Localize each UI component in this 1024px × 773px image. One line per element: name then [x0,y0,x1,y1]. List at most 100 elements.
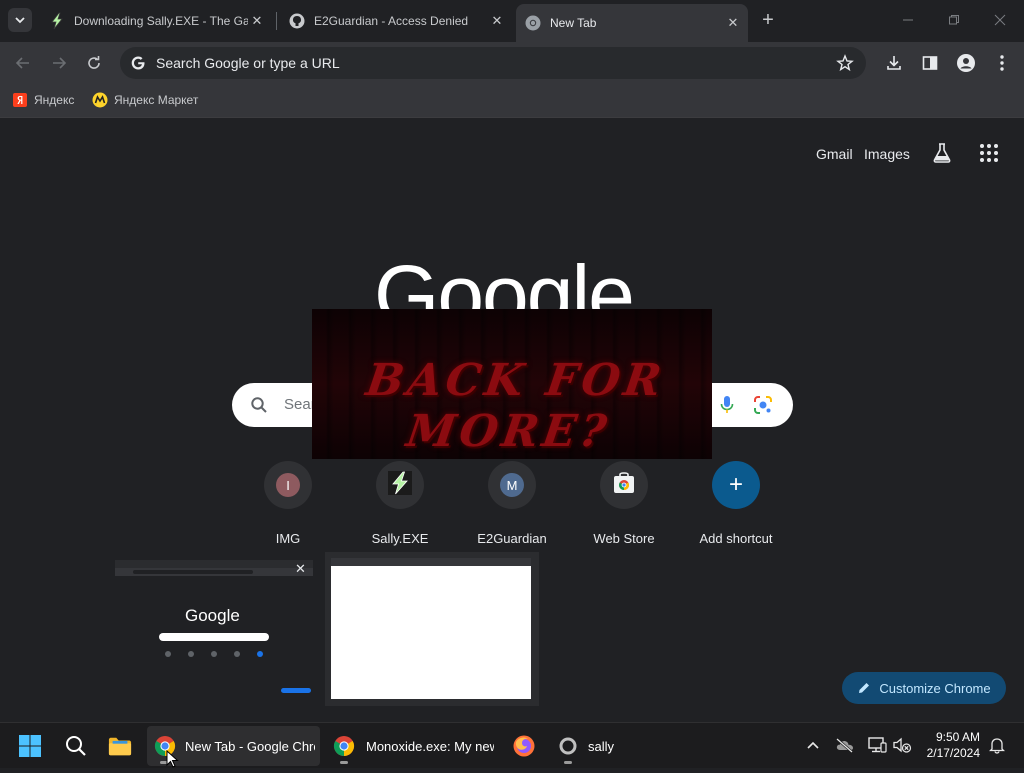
preview-page [331,566,531,699]
chevron-down-icon [15,17,25,24]
google-lens-icon[interactable] [753,395,773,415]
sally-ring-icon [556,734,580,758]
shortcut-e2guardian[interactable]: M E2Guardian [456,459,568,549]
download-icon[interactable] [883,52,905,74]
tab-sally-download[interactable]: Downloading Sally.EXE - The Ga ✕ [40,6,272,36]
preview-search-box [159,633,269,641]
window-preview-monoxide[interactable] [325,552,539,706]
web-store-icon [612,471,636,500]
taskbar-app-label: sally [588,738,615,754]
github-icon [288,12,306,30]
start-button[interactable] [18,726,42,766]
shortcut-tile: + [712,461,760,509]
shortcut-tile: I [264,461,312,509]
preview-shortcut [165,651,171,657]
display-icon[interactable] [867,735,887,755]
new-tab-button[interactable]: + [756,8,780,32]
microphone-icon[interactable] [719,395,735,415]
google-logo: Google [374,248,635,309]
tab-title: New Tab [550,16,597,30]
reload-icon [88,56,100,69]
bookmark-star-icon[interactable] [836,54,854,72]
shortcut-tile: M [488,461,536,509]
side-panel-icon[interactable] [919,52,941,74]
file-explorer-button[interactable] [108,726,132,766]
minimize-button[interactable] [886,6,930,34]
address-bar[interactable]: Search Google or type a URL [120,47,866,79]
preview-shortcut [257,651,263,657]
shortcut-label: Add shortcut [699,531,773,546]
back-button[interactable] [10,50,36,76]
chrome-icon [524,14,542,32]
shortcut-label: Web Store [593,531,655,546]
plus-icon: + [728,471,743,498]
close-icon[interactable]: ✕ [295,561,306,577]
chevron-up-icon[interactable] [803,735,823,755]
customize-chrome-button[interactable]: Customize Chrome [842,672,1006,704]
preview-omnibox [133,570,253,574]
bookmark-yandex-market[interactable]: Яндекс Маркет [92,92,198,108]
apps-grid-icon[interactable] [979,143,999,163]
yandex-icon [12,92,28,108]
close-icon[interactable]: ✕ [488,12,506,30]
window-preview-newtab[interactable]: Google ✕ [113,558,315,700]
taskbar-search-button[interactable] [64,726,88,766]
windows-logo-icon [18,734,42,758]
bookmarks-bar: Яндекс Яндекс Маркет [0,84,1024,118]
images-link[interactable]: Images [864,146,910,162]
shortcut-sally-exe[interactable]: Sally.EXE [344,459,456,549]
shortcut-tile [376,461,424,509]
preview-tabstrip [115,560,313,568]
preview-tabstrip [331,558,531,566]
tab-title: E2Guardian - Access Denied [314,14,469,28]
plus-icon: + [762,8,774,31]
taskbar: New Tab - Google Chrome Monoxide.exe: My… [0,722,1024,768]
preview-customize [281,688,311,693]
preview-shortcut [234,651,240,657]
more-vert-icon[interactable] [991,52,1013,74]
system-clock[interactable]: 9:50 AM 2/17/2024 [927,729,980,761]
reload-button[interactable] [81,50,107,76]
notification-bell-icon[interactable] [987,735,1007,755]
clock-date: 2/17/2024 [926,746,980,760]
taskbar-app-monoxide[interactable]: Monoxide.exe: My new [328,726,496,766]
letter-avatar: I [276,473,300,497]
search-icon [64,734,88,758]
tab-title: Downloading Sally.EXE - The Ga [74,14,248,28]
google-g-icon [122,47,154,79]
profile-icon[interactable] [955,52,977,74]
restore-button[interactable] [932,6,976,34]
labs-flask-icon[interactable] [930,141,954,165]
search-icon [250,396,268,414]
close-icon[interactable]: ✕ [724,14,742,32]
speaker-muted-icon[interactable] [892,735,912,755]
taskbar-app-firefox[interactable] [512,726,536,766]
shortcut-img[interactable]: I IMG [232,459,344,549]
restore-icon [949,15,959,25]
search-placeholder: Sear [284,396,316,413]
running-indicator [564,761,572,764]
close-icon[interactable]: ✕ [248,12,266,30]
shortcut-web-store[interactable]: Web Store [568,459,680,549]
tab-search-button[interactable] [8,8,32,32]
close-window-button[interactable] [978,6,1022,34]
shortcut-tile [600,461,648,509]
bookmark-yandex[interactable]: Яндекс [12,92,74,108]
chrome-icon [332,734,356,758]
running-indicator [340,761,348,764]
tab-separator [276,12,277,30]
customize-label: Customize Chrome [879,680,991,696]
forward-button[interactable] [46,50,72,76]
firefox-icon [512,734,536,758]
taskbar-app-sally[interactable]: sally [556,726,614,766]
letter-avatar: M [500,473,524,497]
taskbar-app-label: New Tab - Google Chrome [185,738,315,754]
shortcut-label: IMG [275,531,301,546]
onedrive-offline-icon[interactable] [835,735,855,755]
tab-new-tab[interactable]: New Tab ✕ [516,4,748,42]
shortcut-add[interactable]: + Add shortcut [680,459,792,549]
mouse-cursor-icon [166,749,180,768]
gmail-link[interactable]: Gmail [816,146,853,162]
yandex-market-icon [92,92,108,108]
tab-e2guardian[interactable]: E2Guardian - Access Denied ✕ [280,6,512,36]
